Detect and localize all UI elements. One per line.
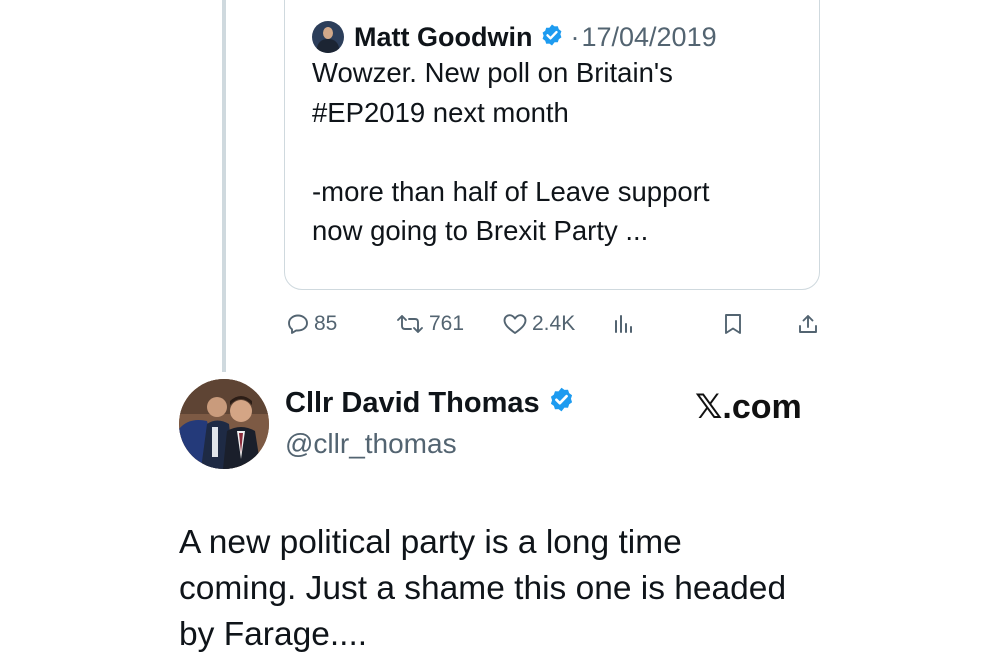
- thread-connector-line: [222, 0, 226, 372]
- quoted-text-line: Wowzer. New poll on Britain's: [312, 57, 673, 88]
- like-count: 2.4K: [532, 312, 576, 335]
- heart-icon: [503, 314, 527, 334]
- bookmark-icon: [725, 314, 741, 334]
- verified-badge-icon: [540, 23, 564, 52]
- share-button[interactable]: [796, 312, 820, 336]
- quoted-tweet-text: Wowzer. New poll on Britain's #EP2019 ne…: [312, 53, 802, 251]
- repost-button[interactable]: 761: [395, 312, 464, 336]
- author-photo: [179, 379, 269, 469]
- post-author-handle[interactable]: @cllr_thomas: [285, 428, 457, 460]
- quoted-author-name[interactable]: Matt Goodwin: [354, 22, 532, 53]
- quoted-tweet-card[interactable]: Matt Goodwin · 17/04/2019 Wowzer. New po…: [284, 0, 820, 290]
- share-icon: [799, 315, 817, 333]
- quoted-author-avatar[interactable]: [312, 21, 344, 53]
- quoted-text-line: -more than half of Leave support: [312, 175, 710, 207]
- x-com-watermark: 𝕏.com: [695, 387, 802, 427]
- analytics-button[interactable]: [612, 312, 636, 336]
- x-logo-icon: 𝕏: [695, 387, 723, 427]
- post-text: A new political party is a long time com…: [179, 520, 839, 658]
- quoted-tweet-separator: ·: [570, 21, 580, 52]
- post-author-name[interactable]: Cllr David Thomas: [285, 386, 575, 421]
- post-author-name-text: Cllr David Thomas: [285, 387, 540, 419]
- like-button[interactable]: 2.4K: [502, 312, 575, 336]
- quoted-text-line: now going to Brexit Party ...: [312, 215, 649, 246]
- reply-icon: [288, 314, 308, 334]
- quoted-tweet-header: Matt Goodwin · 17/04/2019: [312, 21, 717, 53]
- analytics-icon: [615, 315, 632, 333]
- post-text-line: coming. Just a shame this one is headed: [179, 570, 787, 607]
- post-text-line: by Farage....: [179, 616, 368, 653]
- repost-count: 761: [429, 312, 465, 335]
- repost-icon: [397, 315, 423, 333]
- reply-count: 85: [314, 312, 338, 335]
- author-avatar[interactable]: [179, 379, 269, 469]
- verified-badge-icon: [548, 386, 575, 421]
- quoted-text-line: #EP2019 next month: [312, 96, 569, 128]
- watermark-suffix: .com: [722, 388, 802, 426]
- quoted-tweet-date[interactable]: 17/04/2019: [581, 22, 716, 53]
- post-text-line: A new political party is a long time: [179, 524, 682, 561]
- reply-button[interactable]: 85: [286, 312, 337, 336]
- bookmark-button[interactable]: [722, 312, 744, 336]
